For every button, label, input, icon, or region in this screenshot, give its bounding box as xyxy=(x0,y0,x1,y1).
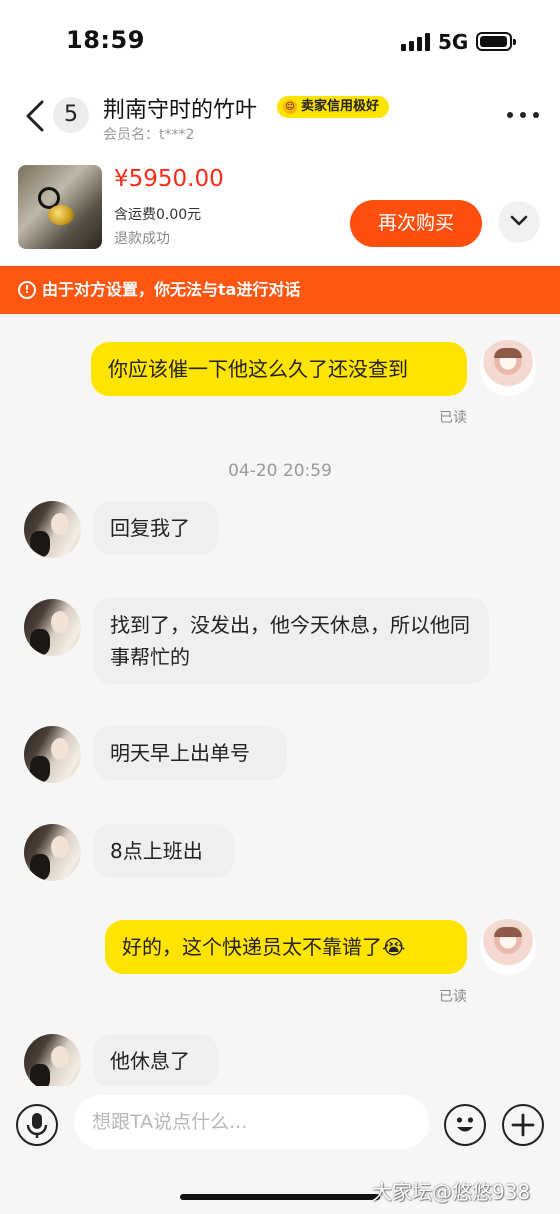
product-price: ¥5950.00 xyxy=(114,166,224,192)
seller-avatar[interactable] xyxy=(24,501,81,558)
seller-message-bubble[interactable]: 他休息了 xyxy=(93,1034,218,1088)
emoji-button[interactable] xyxy=(444,1104,486,1146)
message-timestamp: 04-20 20:59 xyxy=(228,461,332,481)
voice-input-button[interactable] xyxy=(16,1104,58,1146)
status-time: 18:59 xyxy=(66,26,145,54)
seller-avatar[interactable] xyxy=(24,824,81,881)
chat-header: 5 荆南守时的竹叶 ☺ 卖家信用极好 会员名：t***2 xyxy=(0,84,560,154)
watermark-text: 大家坛@悠悠938 xyxy=(372,1180,531,1204)
warning-icon: ! xyxy=(18,281,36,299)
smiley-icon xyxy=(456,1117,474,1132)
buy-again-button[interactable]: 再次购买 xyxy=(350,200,482,247)
member-name: 会员名：t***2 xyxy=(103,127,195,143)
my-avatar[interactable] xyxy=(480,919,536,975)
shop-name[interactable]: 荆南守时的竹叶 xyxy=(103,92,257,124)
read-receipt: 已读 xyxy=(439,989,467,1005)
credit-badge: ☺ 卖家信用极好 xyxy=(277,96,390,118)
seller-avatar[interactable] xyxy=(24,1034,81,1091)
product-thumbnail[interactable] xyxy=(18,165,102,249)
seller-avatar[interactable] xyxy=(24,726,81,783)
network-label: 5G xyxy=(438,30,469,54)
microphone-icon xyxy=(26,1113,48,1138)
seller-message-bubble[interactable]: 回复我了 xyxy=(93,501,218,555)
restriction-banner-text: 由于对方设置，你无法与ta进行对话 xyxy=(42,280,301,299)
seller-avatar[interactable] xyxy=(24,599,81,656)
read-receipt: 已读 xyxy=(439,410,467,426)
back-arrow-icon[interactable] xyxy=(22,98,50,134)
home-indicator[interactable] xyxy=(180,1194,380,1200)
restriction-banner: ! 由于对方设置，你无法与ta进行对话 xyxy=(0,266,560,314)
message-input[interactable] xyxy=(74,1095,429,1149)
seller-message-bubble[interactable]: 8点上班出 xyxy=(93,824,234,878)
more-options-icon[interactable] xyxy=(507,112,539,120)
chevron-down-icon xyxy=(510,215,528,226)
my-message-bubble[interactable]: 好的，这个快递员太不靠谱了😭 xyxy=(105,920,467,974)
seller-message-bubble[interactable]: 明天早上出单号 xyxy=(93,726,287,780)
my-message-bubble[interactable]: 你应该催一下他这么久了还没查到 xyxy=(91,342,467,396)
input-bar: 大家坛@悠悠938 xyxy=(0,1086,560,1214)
expand-order-button[interactable] xyxy=(498,201,540,243)
shipping-fee: 含运费0.00元 xyxy=(114,207,202,223)
smile-icon: ☺ xyxy=(283,100,297,114)
order-product-card[interactable]: ¥5950.00 含运费0.00元 退款成功 再次购买 xyxy=(0,154,560,266)
more-actions-button[interactable] xyxy=(502,1104,544,1146)
credit-badge-label: 卖家信用极好 xyxy=(301,99,380,114)
plus-icon xyxy=(511,1113,535,1137)
seller-message-bubble[interactable]: 找到了，没发出，他今天休息，所以他同事帮忙的 xyxy=(93,598,489,684)
my-avatar[interactable] xyxy=(480,340,536,396)
order-status: 退款成功 xyxy=(114,231,170,247)
battery-icon xyxy=(476,32,516,51)
status-bar: 18:59 5G xyxy=(0,0,560,84)
signal-icon xyxy=(401,33,431,51)
unread-count-badge[interactable]: 5 xyxy=(53,97,89,133)
